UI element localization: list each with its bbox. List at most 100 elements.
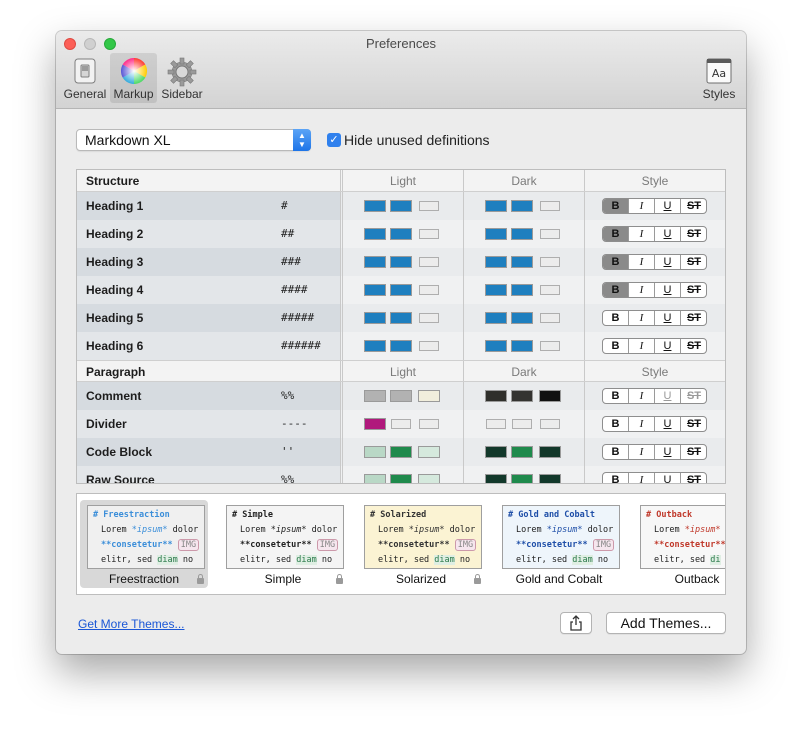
style-segmented-control[interactable]: B I U ST: [602, 338, 707, 354]
bold-toggle[interactable]: B: [603, 227, 629, 241]
bold-toggle[interactable]: B: [603, 417, 629, 431]
empty-swatch[interactable]: [540, 419, 560, 429]
strikethrough-toggle[interactable]: ST: [681, 311, 706, 325]
color-swatch[interactable]: [390, 200, 412, 212]
strikethrough-toggle[interactable]: ST: [681, 255, 706, 269]
hide-unused-checkbox[interactable]: ✓: [327, 133, 341, 147]
empty-swatch[interactable]: [419, 201, 439, 211]
underline-toggle[interactable]: U: [655, 227, 681, 241]
color-swatch[interactable]: [364, 418, 386, 430]
toolbar-markup[interactable]: Markup: [110, 53, 157, 103]
bold-toggle[interactable]: B: [603, 473, 629, 483]
style-segmented-control[interactable]: B I U ST: [602, 388, 707, 404]
bold-toggle[interactable]: B: [603, 255, 629, 269]
strikethrough-toggle[interactable]: ST: [681, 339, 706, 353]
underline-toggle[interactable]: U: [655, 389, 681, 403]
themes-strip[interactable]: # Freestraction Lorem *ipsum* dolor **co…: [76, 493, 726, 595]
color-swatch[interactable]: [390, 474, 412, 483]
underline-toggle[interactable]: U: [655, 339, 681, 353]
definition-row[interactable]: Code Block '' B I U ST: [77, 438, 725, 466]
italic-toggle[interactable]: I: [629, 389, 655, 403]
style-segmented-control[interactable]: B I U ST: [602, 444, 707, 460]
definition-row[interactable]: Divider ---- B I U ST: [77, 410, 725, 438]
color-swatch[interactable]: [364, 390, 386, 402]
color-swatch[interactable]: [364, 446, 386, 458]
empty-swatch[interactable]: [540, 313, 560, 323]
definition-row[interactable]: Heading 4 #### B I U ST: [77, 276, 725, 304]
color-swatch[interactable]: [485, 390, 507, 402]
color-swatch[interactable]: [511, 228, 533, 240]
share-theme-button[interactable]: [560, 612, 592, 634]
empty-swatch[interactable]: [419, 419, 439, 429]
empty-swatch[interactable]: [512, 419, 532, 429]
color-swatch[interactable]: [418, 390, 440, 402]
empty-swatch[interactable]: [540, 257, 560, 267]
style-segmented-control[interactable]: B I U ST: [602, 282, 707, 298]
color-swatch[interactable]: [485, 446, 507, 458]
style-segmented-control[interactable]: B I U ST: [602, 310, 707, 326]
underline-toggle[interactable]: U: [655, 283, 681, 297]
style-segmented-control[interactable]: B I U ST: [602, 472, 707, 483]
color-swatch[interactable]: [390, 340, 412, 352]
empty-swatch[interactable]: [540, 201, 560, 211]
color-swatch[interactable]: [485, 256, 507, 268]
strikethrough-toggle[interactable]: ST: [681, 199, 706, 213]
color-swatch[interactable]: [511, 200, 533, 212]
color-swatch[interactable]: [364, 474, 386, 483]
definition-row[interactable]: Heading 3 ### B I U ST: [77, 248, 725, 276]
color-swatch[interactable]: [539, 390, 561, 402]
color-swatch[interactable]: [511, 446, 533, 458]
empty-swatch[interactable]: [540, 229, 560, 239]
definition-row[interactable]: Heading 2 ## B I U ST: [77, 220, 725, 248]
empty-swatch[interactable]: [540, 341, 560, 351]
color-swatch[interactable]: [364, 312, 386, 324]
strikethrough-toggle[interactable]: ST: [681, 227, 706, 241]
style-segmented-control[interactable]: B I U ST: [602, 198, 707, 214]
color-swatch[interactable]: [364, 340, 386, 352]
add-themes-button[interactable]: Add Themes...: [606, 612, 726, 634]
empty-swatch[interactable]: [419, 285, 439, 295]
color-swatch[interactable]: [390, 312, 412, 324]
color-swatch[interactable]: [364, 200, 386, 212]
italic-toggle[interactable]: I: [629, 417, 655, 431]
color-swatch[interactable]: [485, 284, 507, 296]
definition-row[interactable]: Heading 5 ##### B I U ST: [77, 304, 725, 332]
color-swatch[interactable]: [511, 474, 533, 483]
empty-swatch[interactable]: [486, 419, 506, 429]
underline-toggle[interactable]: U: [655, 473, 681, 483]
underline-toggle[interactable]: U: [655, 417, 681, 431]
color-swatch[interactable]: [364, 228, 386, 240]
markup-flavor-popup[interactable]: Markdown XL ▲ ▼: [76, 129, 311, 151]
toolbar-general[interactable]: General: [62, 53, 108, 103]
style-segmented-control[interactable]: B I U ST: [602, 226, 707, 242]
theme-card[interactable]: # Simple Lorem *ipsum* dolor **consetetu…: [219, 500, 347, 588]
bold-toggle[interactable]: B: [603, 445, 629, 459]
italic-toggle[interactable]: I: [629, 445, 655, 459]
color-swatch[interactable]: [511, 340, 533, 352]
definition-row[interactable]: Heading 1 # B I U ST: [77, 192, 725, 220]
bold-toggle[interactable]: B: [603, 199, 629, 213]
italic-toggle[interactable]: I: [629, 473, 655, 483]
theme-card[interactable]: # Outback Lorem *ipsum* **consetetur** e…: [633, 500, 725, 588]
color-swatch[interactable]: [390, 446, 412, 458]
bold-toggle[interactable]: B: [603, 283, 629, 297]
color-swatch[interactable]: [418, 474, 440, 483]
italic-toggle[interactable]: I: [629, 199, 655, 213]
italic-toggle[interactable]: I: [629, 283, 655, 297]
color-swatch[interactable]: [539, 474, 561, 483]
color-swatch[interactable]: [485, 228, 507, 240]
strikethrough-toggle[interactable]: ST: [681, 389, 706, 403]
bold-toggle[interactable]: B: [603, 389, 629, 403]
italic-toggle[interactable]: I: [629, 227, 655, 241]
color-swatch[interactable]: [390, 284, 412, 296]
bold-toggle[interactable]: B: [603, 311, 629, 325]
color-swatch[interactable]: [390, 228, 412, 240]
definitions-table[interactable]: Structure Light Dark Style Heading 1 # B…: [76, 169, 726, 484]
italic-toggle[interactable]: I: [629, 339, 655, 353]
style-segmented-control[interactable]: B I U ST: [602, 416, 707, 432]
theme-card[interactable]: # Gold and Cobalt Lorem *ipsum* dolor **…: [495, 500, 623, 588]
color-swatch[interactable]: [390, 256, 412, 268]
italic-toggle[interactable]: I: [629, 311, 655, 325]
color-swatch[interactable]: [485, 474, 507, 483]
empty-swatch[interactable]: [419, 229, 439, 239]
